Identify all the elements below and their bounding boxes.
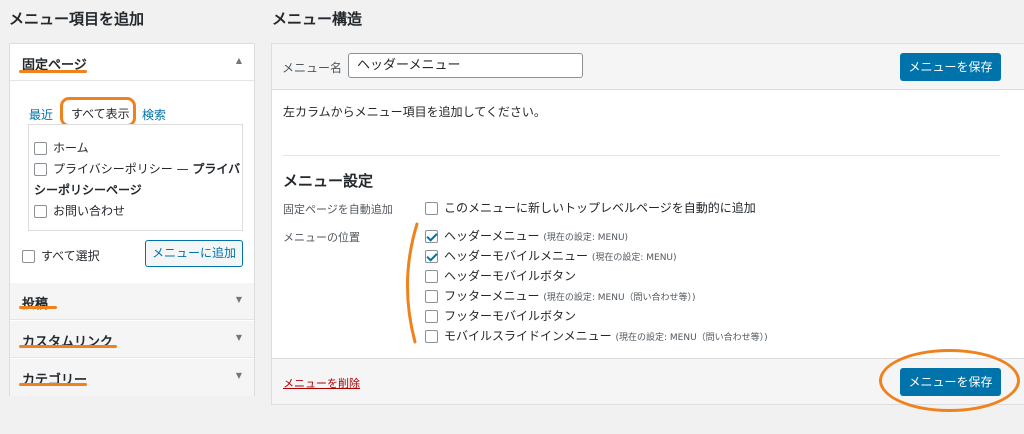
checkbox[interactable] <box>22 250 35 263</box>
checkbox-checked[interactable] <box>425 250 438 263</box>
annotation-ellipse <box>879 349 1020 412</box>
page-label-privacy: プライバシーポリシー <box>53 162 173 176</box>
chevron-up-icon: ▲ <box>235 56 242 65</box>
annotation-underline <box>19 345 117 348</box>
location-option[interactable]: ヘッダーメニュー (現在の設定: MENU) <box>425 227 628 244</box>
accordion-categories[interactable]: カテゴリー ▼ <box>10 359 254 396</box>
page-label-privacy-bold: プライバ <box>192 162 241 176</box>
location-label: ヘッダーモバイルボタン <box>444 269 577 283</box>
annotation-underline <box>19 383 87 386</box>
checkbox[interactable] <box>425 310 438 323</box>
list-item[interactable]: お問い合わせ <box>34 202 125 219</box>
select-all-label: すべて選択 <box>41 249 100 263</box>
menu-name-label: メニュー名 <box>282 61 343 75</box>
location-option[interactable]: ヘッダーモバイルボタン <box>425 267 576 284</box>
annotation-underline <box>19 306 57 309</box>
chevron-down-icon: ▼ <box>235 295 242 304</box>
checkbox[interactable] <box>34 205 47 218</box>
page-label-home: ホーム <box>53 141 89 155</box>
page-label-dash: — <box>176 162 189 176</box>
location-label: モバイルスライドインメニュー <box>444 329 612 343</box>
checkbox[interactable] <box>425 290 438 303</box>
menu-name-input[interactable]: ヘッダーメニュー <box>348 53 583 78</box>
location-note: (現在の設定: MENU) <box>591 253 677 263</box>
accordion-custom-links[interactable]: カスタムリンク ▼ <box>10 321 254 358</box>
add-to-menu-button[interactable]: メニューに追加 <box>145 240 243 267</box>
menu-settings-title: メニュー設定 <box>283 172 374 190</box>
tab-view-all-label: すべて表示 <box>71 107 130 121</box>
accordion-pages[interactable]: 固定ページ ▲ <box>10 44 254 81</box>
chevron-down-icon: ▼ <box>235 333 242 342</box>
page-label-privacy-cont: シーポリシーページ <box>34 183 142 197</box>
checkbox[interactable] <box>425 330 438 343</box>
checkbox-checked[interactable] <box>425 230 438 243</box>
accordion-posts[interactable]: 投稿 ▼ <box>10 283 254 320</box>
tab-recent[interactable]: 最近 <box>29 106 53 123</box>
location-label: ヘッダーモバイルメニュー <box>444 249 589 263</box>
select-all[interactable]: すべて選択 <box>22 247 100 264</box>
menu-location-label: メニューの位置 <box>283 231 360 244</box>
checkbox[interactable] <box>425 202 438 215</box>
annotation-bracket <box>406 222 419 344</box>
location-option[interactable]: フッターモバイルボタン <box>425 307 576 324</box>
location-option[interactable]: モバイルスライドインメニュー (現在の設定: MENU（問い合わせ等）) <box>425 327 768 344</box>
checkbox[interactable] <box>34 142 47 155</box>
checkbox[interactable] <box>34 163 47 176</box>
list-item[interactable]: プライバシーポリシー — プライバ <box>34 160 240 177</box>
chevron-down-icon: ▼ <box>235 371 242 380</box>
divider <box>283 155 1000 156</box>
tab-search[interactable]: 検索 <box>142 106 166 123</box>
menu-structure-title: メニュー構造 <box>272 10 363 28</box>
menu-structure-panel <box>271 43 1024 405</box>
checkbox[interactable] <box>425 270 438 283</box>
list-item[interactable]: ホーム <box>34 139 89 156</box>
delete-menu-link[interactable]: メニューを削除 <box>283 375 360 391</box>
tab-view-all[interactable]: すべて表示 <box>60 97 136 127</box>
location-option[interactable]: ヘッダーモバイルメニュー (現在の設定: MENU) <box>425 247 677 264</box>
location-label: フッターモバイルボタン <box>444 309 577 323</box>
location-note: (現在の設定: MENU) <box>543 233 629 243</box>
location-note: (現在の設定: MENU（問い合わせ等）) <box>615 333 768 343</box>
location-option[interactable]: フッターメニュー (現在の設定: MENU（問い合わせ等）) <box>425 287 696 304</box>
page-label-contact: お問い合わせ <box>53 204 126 218</box>
auto-add-option[interactable]: このメニューに新しいトップレベルページを自動的に追加 <box>425 199 756 216</box>
auto-add-option-label: このメニューに新しいトップレベルページを自動的に追加 <box>444 201 756 215</box>
location-label: ヘッダーメニュー <box>444 229 540 243</box>
accordion-posts-label: 投稿 <box>22 297 49 312</box>
annotation-underline <box>19 70 87 73</box>
location-label: フッターメニュー <box>444 289 540 303</box>
auto-add-label: 固定ページを自動追加 <box>283 203 393 216</box>
instructions-text: 左カラムからメニュー項目を追加してください。 <box>283 105 546 119</box>
add-menu-items-title: メニュー項目を追加 <box>9 10 145 28</box>
location-note: (現在の設定: MENU（問い合わせ等）) <box>543 293 696 303</box>
save-menu-button[interactable]: メニューを保存 <box>900 53 1001 81</box>
